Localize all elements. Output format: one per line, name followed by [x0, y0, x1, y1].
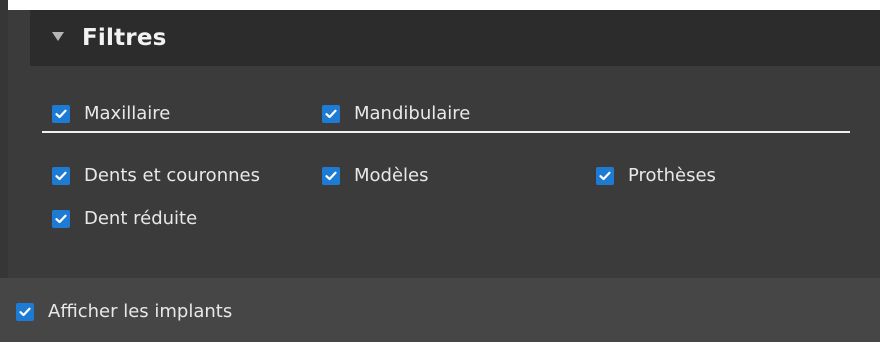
checkbox-protheses[interactable] [596, 166, 614, 185]
show-implants-option[interactable]: Afficher les implants [16, 301, 232, 322]
filter-label-dents-et-couronnes: Dents et couronnes [84, 165, 260, 186]
collapse-triangle-icon[interactable] [52, 31, 64, 41]
filters-panel: Filtres Maxillaire Mandibulaire [8, 10, 880, 278]
filter-label-dent-reduite: Dent réduite [84, 208, 198, 229]
filter-label-modeles: Modèles [354, 165, 429, 186]
checkmark-icon [325, 109, 337, 118]
top-edge [0, 0, 880, 10]
filters-window: Filtres Maxillaire Mandibulaire Dents et… [0, 0, 880, 342]
filter-dent-reduite[interactable]: Dent réduite [52, 208, 197, 229]
checkmark-icon [19, 307, 31, 316]
filter-label-maxillaire: Maxillaire [84, 103, 171, 124]
checkmark-icon [55, 214, 67, 223]
filter-label-mandibulaire: Mandibulaire [354, 103, 471, 124]
show-implants-label: Afficher les implants [48, 301, 233, 322]
checkmark-icon [599, 171, 611, 180]
filter-dents-et-couronnes[interactable]: Dents et couronnes [52, 165, 260, 186]
left-edge-shade [0, 0, 8, 278]
checkbox-dents-et-couronnes[interactable] [52, 166, 70, 185]
checkmark-icon [55, 109, 67, 118]
checkbox-show-implants[interactable] [16, 302, 34, 321]
checkbox-mandibulaire[interactable] [322, 104, 340, 123]
filter-label-protheses: Prothèses [628, 165, 716, 186]
panel-title: Filtres [82, 25, 167, 51]
checkbox-modeles[interactable] [322, 166, 340, 185]
filters-panel-header[interactable]: Filtres [30, 10, 880, 66]
filter-protheses[interactable]: Prothèses [596, 165, 716, 186]
checkbox-dent-reduite[interactable] [52, 209, 70, 228]
checkmark-icon [55, 171, 67, 180]
checkbox-maxillaire[interactable] [52, 104, 70, 123]
filter-modeles[interactable]: Modèles [322, 165, 429, 186]
filters-divider [42, 131, 850, 133]
filter-maxillaire[interactable]: Maxillaire [52, 103, 170, 124]
checkmark-icon [325, 171, 337, 180]
filter-mandibulaire[interactable]: Mandibulaire [322, 103, 470, 124]
